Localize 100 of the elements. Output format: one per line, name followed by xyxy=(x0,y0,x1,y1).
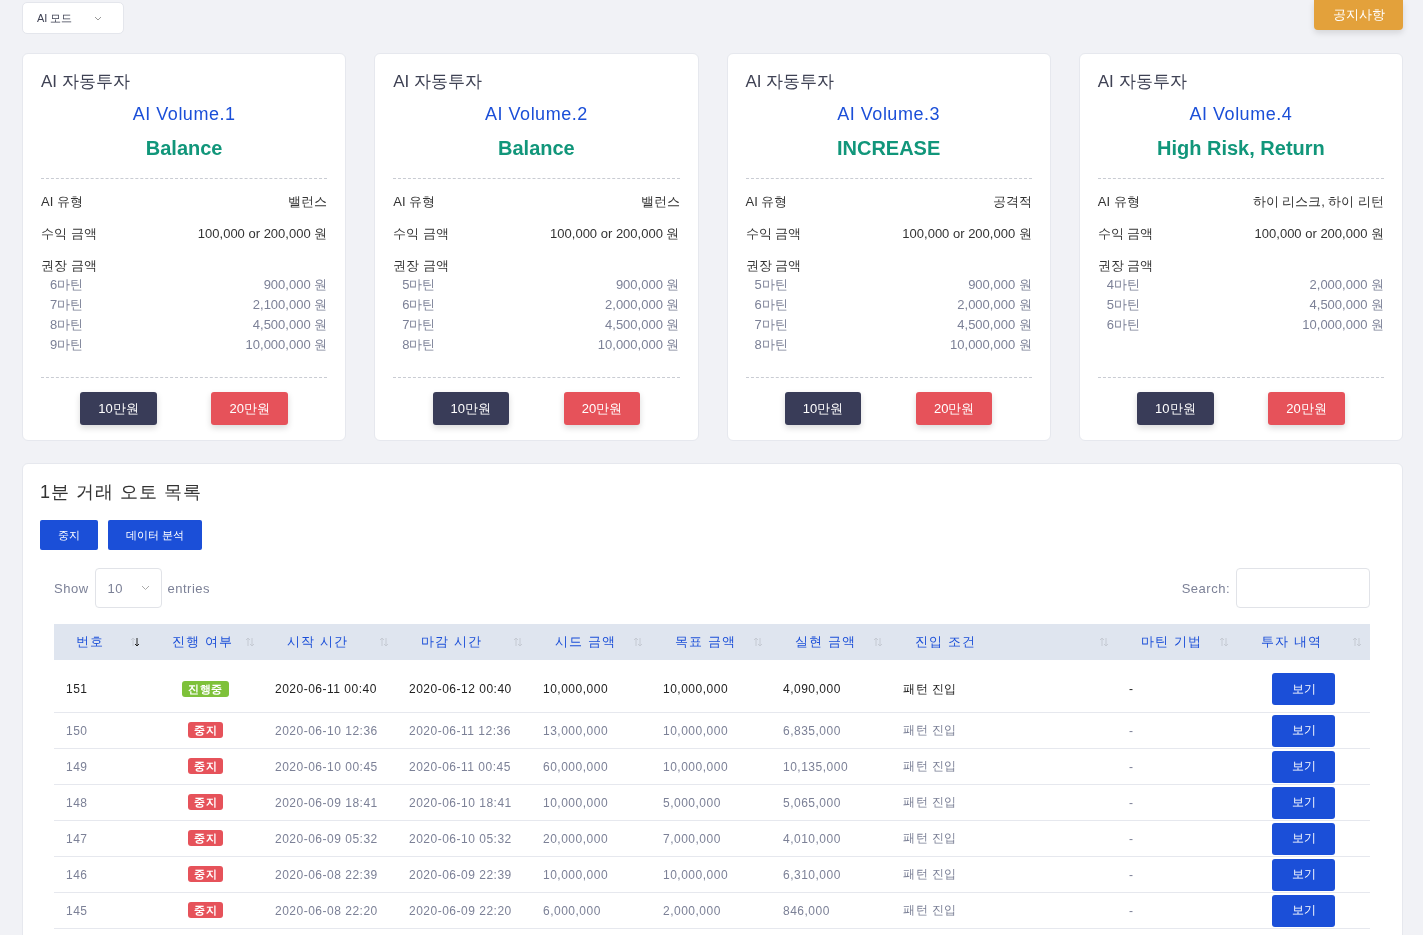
martin-label: 7마틴 xyxy=(754,316,788,334)
search-field[interactable] xyxy=(1236,568,1370,608)
strategy-title: INCREASE xyxy=(835,137,942,160)
table-cell: 2020-06-09 18:41 xyxy=(275,795,378,810)
amount-button[interactable]: 20만원 xyxy=(563,392,641,425)
table-cell: 2020-06-10 00:45 xyxy=(275,759,378,774)
table-cell: 150 xyxy=(66,723,88,738)
column-header[interactable]: 투자 내역 xyxy=(1237,624,1370,660)
field-label: 권장 금액 xyxy=(393,257,449,275)
column-header[interactable]: 마틴 기법 xyxy=(1117,624,1237,660)
table-cell: - xyxy=(1129,682,1134,696)
status-badge: 중지 xyxy=(188,902,223,918)
martin-amount: 2,100,000 원 xyxy=(252,296,328,314)
table-cell: - xyxy=(1129,831,1134,846)
view-button[interactable]: 보기 xyxy=(1272,750,1335,783)
column-header[interactable]: 목표 금액 xyxy=(651,624,771,660)
field-label: 수익 금액 xyxy=(745,225,802,243)
martin-amount: 10,000,000 원 xyxy=(597,336,680,354)
martin-label: 8마틴 xyxy=(754,336,788,354)
page-size-select[interactable]: 10 xyxy=(94,568,162,608)
field-value: 하이 리스크, 하이 리턴 xyxy=(1252,193,1384,211)
amount-button[interactable]: 10만원 xyxy=(1137,392,1214,425)
column-header[interactable]: 실현 금액 xyxy=(771,624,891,660)
column-header[interactable]: 번호 xyxy=(54,624,148,660)
field-label: AI 유형 xyxy=(745,193,788,211)
martin-label: 8마틴 xyxy=(402,336,436,354)
table-cell: - xyxy=(1129,867,1134,882)
martin-amount: 10,000,000 원 xyxy=(1302,316,1384,334)
table-cell: 149 xyxy=(66,759,88,774)
martin-label: 5마틴 xyxy=(1106,296,1140,314)
volume-title: AI Volume.3 xyxy=(836,104,941,125)
view-button[interactable]: 보기 xyxy=(1272,894,1335,927)
table-cell: - xyxy=(1129,903,1134,918)
view-button[interactable]: 보기 xyxy=(1272,714,1335,747)
field-value: 밸런스 xyxy=(640,193,680,211)
field-value: 100,000 or 200,000 원 xyxy=(550,225,680,243)
column-header[interactable]: 시작 시간 xyxy=(263,624,397,660)
table-cell: 10,000,000 xyxy=(543,867,609,882)
martin-amount: 2,000,000 원 xyxy=(1309,276,1384,294)
show-label: Show xyxy=(54,580,89,596)
table-cell: 5,000,000 xyxy=(663,795,721,810)
table-cell: 패턴 진입 xyxy=(903,795,957,809)
table-cell: 846,000 xyxy=(783,903,830,918)
table-cell: 5,065,000 xyxy=(783,795,841,810)
view-button[interactable]: 보기 xyxy=(1272,786,1335,819)
view-button[interactable]: 보기 xyxy=(1272,673,1335,705)
table-cell: 6,310,000 xyxy=(783,867,841,882)
table-cell: - xyxy=(1129,723,1134,738)
martin-amount: 900,000 원 xyxy=(263,276,328,294)
table-cell: - xyxy=(1129,795,1134,810)
table-cell: 4,090,000 xyxy=(783,682,841,696)
mode-select[interactable]: AI 모드 xyxy=(22,2,124,34)
view-button[interactable]: 보기 xyxy=(1272,858,1335,891)
martin-label: 6마틴 xyxy=(402,296,436,314)
martin-label: 7마틴 xyxy=(50,296,84,314)
card-heading: AI 자동투자 xyxy=(745,71,836,93)
table-cell: 151 xyxy=(66,682,88,696)
table-cell: 패턴 진입 xyxy=(903,723,957,737)
column-header[interactable]: 진행 여부 xyxy=(148,624,263,660)
amount-button[interactable]: 20만원 xyxy=(211,392,288,425)
field-label: 수익 금액 xyxy=(393,225,449,243)
view-button[interactable]: 보기 xyxy=(1272,822,1335,855)
card-heading: AI 자동투자 xyxy=(393,71,484,93)
martin-amount: 10,000,000 원 xyxy=(950,336,1032,354)
strategy-title: High Risk, Return xyxy=(1155,137,1326,160)
martin-amount: 900,000 원 xyxy=(615,276,680,294)
field-label: 수익 금액 xyxy=(41,225,97,243)
volume-title: AI Volume.1 xyxy=(131,104,237,125)
column-header[interactable]: 마감 시간 xyxy=(397,624,531,660)
field-label: AI 유형 xyxy=(393,193,436,211)
status-badge: 진행중 xyxy=(182,680,229,697)
field-value: 100,000 or 200,000 원 xyxy=(197,225,328,243)
table-cell: 10,000,000 xyxy=(663,867,729,882)
action-button[interactable]: 중지 xyxy=(40,520,98,550)
field-label: 수익 금액 xyxy=(1097,225,1154,243)
martin-label: 4마틴 xyxy=(1106,276,1140,294)
chevron-down-icon xyxy=(141,585,150,591)
amount-button[interactable]: 10만원 xyxy=(80,392,157,425)
amount-button[interactable]: 20만원 xyxy=(1268,392,1345,425)
table-cell: 2020-06-09 22:20 xyxy=(409,903,512,918)
table-cell: 147 xyxy=(66,831,88,846)
field-label: AI 유형 xyxy=(1097,193,1140,211)
chevron-down-icon xyxy=(94,15,103,21)
table-cell: 2020-06-10 12:36 xyxy=(275,723,378,738)
column-header[interactable]: 진입 조건 xyxy=(891,624,1117,660)
status-badge: 중지 xyxy=(188,830,223,846)
amount-button[interactable]: 10만원 xyxy=(784,392,862,425)
status-badge: 중지 xyxy=(188,794,223,810)
martin-label: 8마틴 xyxy=(50,316,84,334)
column-header[interactable]: 시드 금액 xyxy=(531,624,651,660)
table-cell: 2020-06-08 22:39 xyxy=(275,867,378,882)
martin-label: 5마틴 xyxy=(754,276,788,294)
amount-button[interactable]: 20만원 xyxy=(915,392,993,425)
action-button[interactable]: 데이터 분석 xyxy=(108,520,203,550)
table-cell: 7,000,000 xyxy=(663,831,721,846)
table-cell: 10,000,000 xyxy=(543,795,609,810)
martin-amount: 4,500,000 원 xyxy=(252,316,328,334)
search-label: Search: xyxy=(1181,580,1230,596)
amount-button[interactable]: 10만원 xyxy=(432,392,510,425)
table-cell: 2020-06-11 00:40 xyxy=(275,682,377,696)
